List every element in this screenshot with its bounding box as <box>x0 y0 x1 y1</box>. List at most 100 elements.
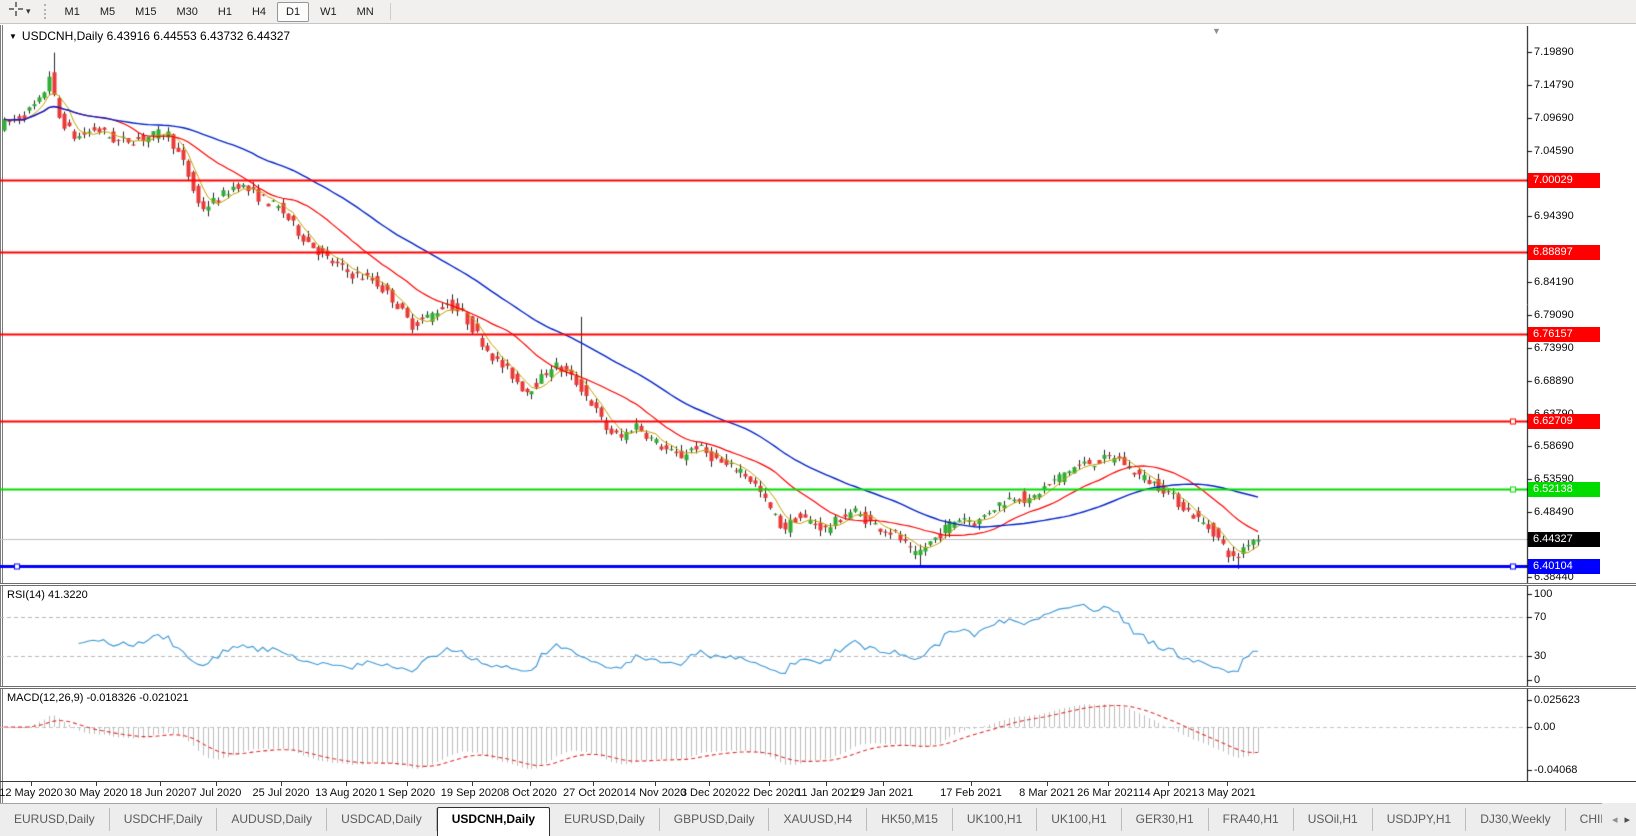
tab-uk100-h1[interactable]: UK100,H1 <box>953 808 1038 831</box>
timeframe-button-group: M1 M5 M15 M30 H1 H4 D1 W1 MN <box>55 1 384 22</box>
chart-title-text: USDCNH,Daily 6.43916 6.44553 6.43732 6.4… <box>21 29 291 43</box>
price-axis-tick: 7.14790 <box>1534 78 1574 91</box>
rsi-axis-tick: 70 <box>1534 611 1547 623</box>
date-label: 26 Mar 2021 <box>1077 787 1139 799</box>
price-axis-tick: 6.79090 <box>1534 308 1574 321</box>
rsi-axis-tick: 0 <box>1534 674 1541 686</box>
date-tick <box>593 782 594 786</box>
top-toolbar: ▾ M1 M5 M15 M30 H1 H4 D1 W1 MN <box>0 0 1636 24</box>
timeframe-button-m1[interactable]: M1 <box>56 2 89 22</box>
date-tick <box>971 782 972 786</box>
level-price-badge: 6.40104 <box>1528 559 1600 575</box>
panel-splitter-macd[interactable] <box>0 686 1636 689</box>
date-label: 14 Nov 2020 <box>623 787 687 799</box>
price-axis-tick: 7.19890 <box>1534 46 1574 58</box>
timeframe-button-m30[interactable]: M30 <box>168 2 207 22</box>
level-price-badge: 6.62709 <box>1528 413 1600 429</box>
timeframe-button-mn[interactable]: MN <box>348 2 383 22</box>
date-label: 22 Dec 2020 <box>737 787 801 799</box>
tab-usdchf-daily[interactable]: USDCHF,Daily <box>110 808 218 831</box>
date-label: 8 Mar 2021 <box>1019 787 1075 799</box>
price-chart-canvas[interactable] <box>0 26 1636 583</box>
date-label: 25 Jul 2020 <box>252 787 310 799</box>
date-label: 13 Aug 2020 <box>315 787 377 799</box>
rsi-indicator-canvas[interactable] <box>0 586 1636 686</box>
date-tick <box>769 782 770 786</box>
tab-audusd-daily[interactable]: AUDUSD,Daily <box>217 808 328 831</box>
timeframe-button-h1[interactable]: H1 <box>209 2 241 22</box>
date-label: 30 May 2020 <box>64 787 128 799</box>
date-label: 27 Oct 2020 <box>563 787 623 799</box>
date-label: 29 Jan 2021 <box>852 787 914 799</box>
tab-eurusd-daily[interactable]: EURUSD,Daily <box>0 808 110 831</box>
date-tick <box>655 782 656 786</box>
macd-axis-tick: 0.025623 <box>1534 694 1580 706</box>
date-tick <box>160 782 161 786</box>
tab-xauusd-h4[interactable]: XAUUSD,H4 <box>769 808 868 831</box>
price-axis-tick: 7.04590 <box>1534 144 1574 157</box>
collapse-arrow-icon[interactable]: ▼ <box>9 32 17 41</box>
price-axis-tick: 6.73990 <box>1534 341 1574 354</box>
tab-uk100-h1[interactable]: UK100,H1 <box>1037 808 1122 831</box>
tab-scroll-nav: ◂ ▸ <box>1601 803 1636 836</box>
tab-usdjpy-h1[interactable]: USDJPY,H1 <box>1373 808 1467 831</box>
timeframe-button-m15[interactable]: M15 <box>126 2 165 22</box>
macd-axis-tick: -0.04068 <box>1534 763 1578 776</box>
date-label: 14 Apr 2021 <box>1138 787 1198 799</box>
date-label: 8 Oct 2020 <box>503 787 557 799</box>
date-tick <box>826 782 827 786</box>
macd-indicator-canvas[interactable] <box>0 689 1636 781</box>
level-price-badge: 6.76157 <box>1528 326 1600 342</box>
timeframe-button-m5[interactable]: M5 <box>91 2 124 22</box>
tab-gbpusd-daily[interactable]: GBPUSD,Daily <box>660 808 770 831</box>
tab-scroll-right-icon[interactable]: ▸ <box>1624 813 1630 826</box>
tab-dj30-weekly[interactable]: DJ30,Weekly <box>1466 808 1566 831</box>
panel-splitter-rsi[interactable] <box>0 583 1636 586</box>
tab-usdcnh-daily[interactable]: USDCNH,Daily <box>436 807 551 836</box>
price-axis-tick: 6.68890 <box>1534 374 1574 387</box>
tab-fra40-h1[interactable]: FRA40,H1 <box>1209 808 1294 831</box>
price-axis-tick: 6.58690 <box>1534 440 1574 453</box>
tab-hk50-m15[interactable]: HK50,M15 <box>867 808 953 831</box>
timeframe-button-w1[interactable]: W1 <box>311 2 346 22</box>
date-tick <box>346 782 347 786</box>
date-tick <box>407 782 408 786</box>
chart-tool-button[interactable]: ▾ <box>5 1 35 22</box>
price-axis-tick: 6.94390 <box>1534 210 1574 223</box>
timeframe-button-d1[interactable]: D1 <box>277 1 310 22</box>
timeframe-button-h4[interactable]: H4 <box>243 2 275 22</box>
date-label: 17 Feb 2021 <box>940 787 1002 799</box>
trading-terminal-window: { "toolbar": { "tool_icon": "crosshair-i… <box>0 0 1636 836</box>
date-tick <box>1108 782 1109 786</box>
date-tick <box>472 782 473 786</box>
date-label: 11 Jan 2021 <box>796 787 856 799</box>
chart-title: ▼ USDCNH,Daily 6.43916 6.44553 6.43732 6.… <box>9 29 290 43</box>
price-axis-tick: 6.84190 <box>1534 276 1574 289</box>
tool-dropdown-arrow-icon[interactable]: ▾ <box>26 6 31 17</box>
date-label: 3 May 2021 <box>1198 787 1256 799</box>
level-price-badge: 6.88897 <box>1528 244 1600 260</box>
date-tick <box>31 782 32 786</box>
symbol-tabbar: EURUSD,Daily USDCHF,Daily AUDUSD,Daily USDC… <box>0 803 1636 836</box>
date-label: 19 Sep 2020 <box>440 787 504 799</box>
date-tick <box>709 782 710 786</box>
chart-shift-marker[interactable]: ▼ <box>1212 26 1221 36</box>
date-tick <box>281 782 282 786</box>
toolbar-separator <box>389 3 391 20</box>
date-tick <box>1227 782 1228 786</box>
price-axis-tick: 7.09690 <box>1534 111 1574 124</box>
macd-indicator-label: MACD(12,26,9) -0.018326 -0.021021 <box>7 692 189 704</box>
macd-axis-tick: 0.00 <box>1534 721 1556 733</box>
tab-eurusd-daily[interactable]: EURUSD,Daily <box>550 808 660 831</box>
date-tick <box>216 782 217 786</box>
date-tick <box>530 782 531 786</box>
tab-ger30-h1[interactable]: GER30,H1 <box>1122 808 1209 831</box>
toolbar-grip[interactable] <box>43 4 48 19</box>
tab-scroll-left-icon[interactable]: ◂ <box>1612 813 1618 826</box>
tab-usoil-h1[interactable]: USOil,H1 <box>1294 808 1373 831</box>
date-label: 12 May 2020 <box>0 787 63 799</box>
tab-usdcad-daily[interactable]: USDCAD,Daily <box>327 808 437 831</box>
rsi-indicator-label: RSI(14) 41.3220 <box>7 589 88 601</box>
date-tick <box>883 782 884 786</box>
rsi-axis-tick: 100 <box>1534 588 1553 600</box>
